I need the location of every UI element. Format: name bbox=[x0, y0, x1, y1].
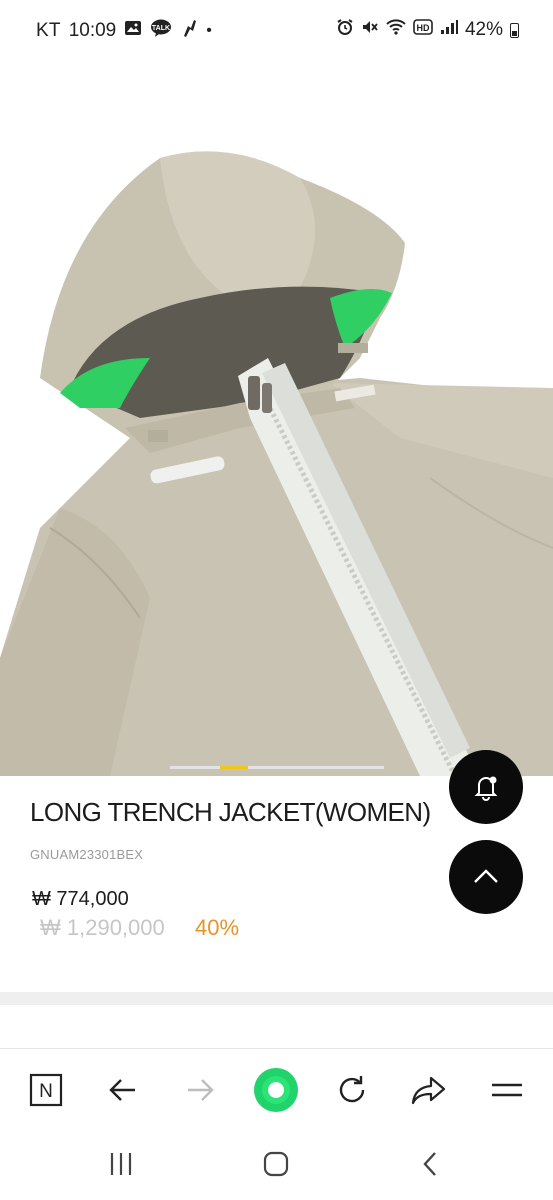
status-right: HD 42% bbox=[336, 18, 519, 42]
battery-icon bbox=[510, 22, 519, 38]
naver-home-icon: N bbox=[29, 1073, 63, 1107]
home-icon bbox=[263, 1151, 289, 1177]
naver-label: N bbox=[39, 1081, 53, 1102]
scroll-top-button[interactable] bbox=[449, 840, 523, 914]
status-bar: KT 10:09 TALK • HD 42% bbox=[0, 0, 553, 58]
wifi-icon bbox=[386, 18, 406, 42]
forward-button[interactable] bbox=[175, 1065, 225, 1115]
clock: 10:09 bbox=[68, 20, 117, 41]
menu-button[interactable] bbox=[482, 1065, 532, 1115]
refresh-button[interactable] bbox=[327, 1065, 377, 1115]
notify-button[interactable] bbox=[449, 750, 523, 824]
jacket-photo bbox=[0, 151, 553, 776]
discount-rate: 40% bbox=[195, 915, 240, 940]
bell-icon bbox=[474, 776, 498, 801]
share-icon bbox=[411, 1076, 446, 1105]
content-area bbox=[0, 1005, 553, 1048]
kakao-label: TALK bbox=[152, 25, 170, 32]
chevron-up-icon bbox=[474, 869, 498, 883]
green-dot-icon bbox=[254, 1068, 298, 1112]
back-arrow-icon bbox=[109, 1079, 135, 1101]
back-icon bbox=[423, 1152, 436, 1176]
notification-dot: • bbox=[206, 22, 212, 39]
signal-icon bbox=[440, 19, 458, 41]
alarm-icon bbox=[336, 18, 354, 42]
kakaotalk-icon: TALK bbox=[150, 19, 172, 43]
product-name: LONG TRENCH JACKET(WOMEN) bbox=[30, 797, 431, 827]
forward-arrow-icon bbox=[188, 1079, 214, 1101]
menu-icon bbox=[492, 1083, 522, 1097]
slide-indicator bbox=[170, 766, 384, 769]
recent-apps-icon bbox=[110, 1153, 132, 1175]
home-button[interactable] bbox=[251, 1142, 301, 1186]
carrier-label: KT bbox=[36, 20, 61, 41]
gallery-icon bbox=[124, 20, 142, 42]
mute-icon bbox=[361, 18, 379, 42]
product-code: GNUAM23301BEX bbox=[30, 847, 144, 862]
slide-indicator-active bbox=[220, 766, 248, 769]
battery-percent: 42% bbox=[464, 19, 503, 40]
green-dot-button[interactable] bbox=[251, 1065, 301, 1115]
hd-label: HD bbox=[416, 23, 429, 33]
recent-apps-button[interactable] bbox=[96, 1142, 146, 1186]
share-button[interactable] bbox=[404, 1065, 454, 1115]
product-image[interactable] bbox=[0, 58, 553, 776]
back-nav-button[interactable] bbox=[406, 1142, 456, 1186]
sale-price: ₩ 774,000 bbox=[32, 888, 129, 910]
hd-voice-icon: HD bbox=[413, 19, 433, 41]
section-divider bbox=[0, 992, 553, 1005]
back-button[interactable] bbox=[98, 1065, 148, 1115]
app-icon bbox=[180, 18, 198, 44]
browser-toolbar: N bbox=[0, 1048, 553, 1130]
status-left: KT 10:09 TALK • bbox=[36, 18, 212, 44]
refresh-icon bbox=[339, 1076, 365, 1103]
naver-home-button[interactable]: N bbox=[21, 1065, 71, 1115]
original-price: ₩ 1,290,000 bbox=[40, 915, 165, 940]
system-navigation-bar bbox=[0, 1130, 553, 1200]
